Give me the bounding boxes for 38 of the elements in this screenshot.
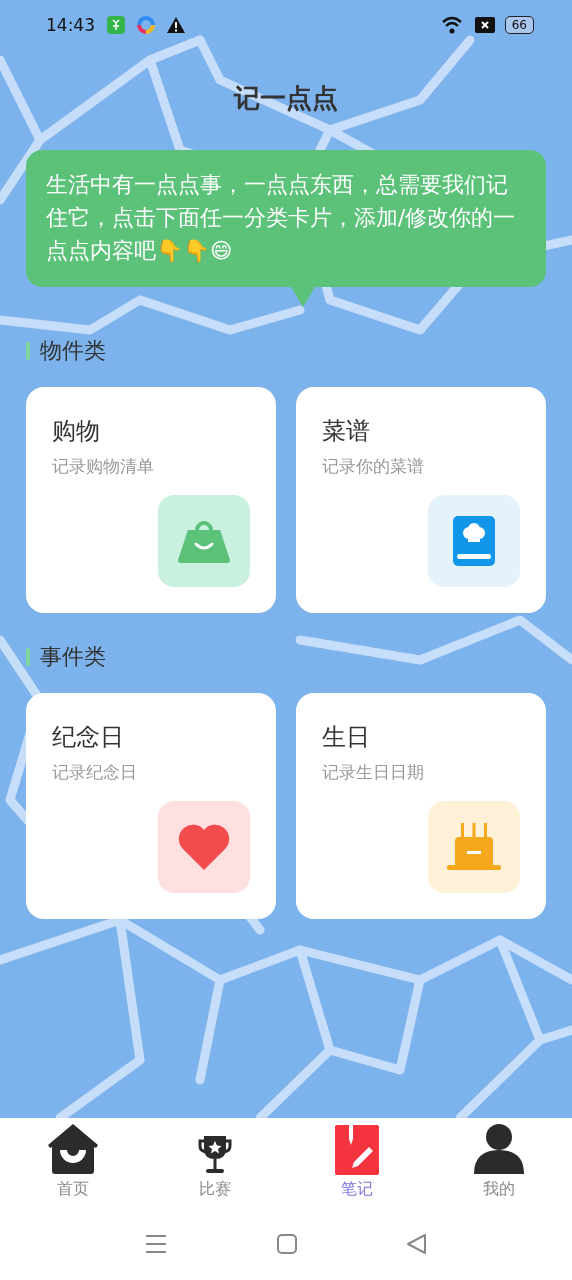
category-card[interactable]: 纪念日 记录纪念日 xyxy=(26,693,276,919)
category-card[interactable]: 购物 记录购物清单 xyxy=(26,387,276,613)
card-subtitle: 记录纪念日 xyxy=(52,761,137,784)
book-icon xyxy=(453,516,495,566)
category-card[interactable]: 菜谱 记录你的菜谱 xyxy=(296,387,546,613)
cake-icon xyxy=(447,823,501,871)
card-subtitle: 记录生日日期 xyxy=(322,761,424,784)
heart-icon xyxy=(177,824,231,870)
section-title: 物件类 xyxy=(40,337,106,365)
page-title: 记一点点 xyxy=(232,82,339,115)
menu-icon[interactable] xyxy=(145,1234,167,1254)
colorful-app-icon xyxy=(137,16,155,34)
card-title: 生日 xyxy=(322,722,370,753)
person-icon xyxy=(473,1123,525,1175)
card-subtitle: 记录购物清单 xyxy=(52,455,154,478)
status-time: 14:43 xyxy=(46,15,95,35)
tab-item[interactable]: 比赛 xyxy=(144,1118,286,1208)
app-notification-icon xyxy=(107,16,125,34)
house-icon xyxy=(47,1123,99,1175)
card-title: 纪念日 xyxy=(52,722,124,753)
section-title: 事件类 xyxy=(40,643,106,671)
card-title: 购物 xyxy=(52,416,100,447)
tab-item[interactable]: 首页 xyxy=(2,1118,144,1208)
tab-item[interactable]: 我的 xyxy=(428,1118,570,1208)
card-title: 菜谱 xyxy=(322,416,370,447)
tip-bubble: 生活中有一点点事，一点点东西，总需要我们记住它，点击下面任一分类卡片，添加/修改你的一点点内容吧👇👇😄 xyxy=(26,150,546,287)
back-icon[interactable] xyxy=(407,1234,427,1254)
card-subtitle: 记录你的菜谱 xyxy=(322,455,424,478)
warning-icon xyxy=(167,17,185,33)
notebook-icon xyxy=(335,1125,379,1175)
bubble-tail xyxy=(291,287,315,307)
category-card[interactable]: 生日 记录生日日期 xyxy=(296,693,546,919)
shopping-bag-icon xyxy=(176,518,232,564)
home-button-icon[interactable] xyxy=(277,1234,297,1254)
tab-item[interactable]: 笔记 xyxy=(286,1118,428,1208)
no-sim-icon xyxy=(474,17,495,33)
trophy-icon xyxy=(197,1135,233,1175)
battery-indicator: 66 xyxy=(504,16,534,34)
